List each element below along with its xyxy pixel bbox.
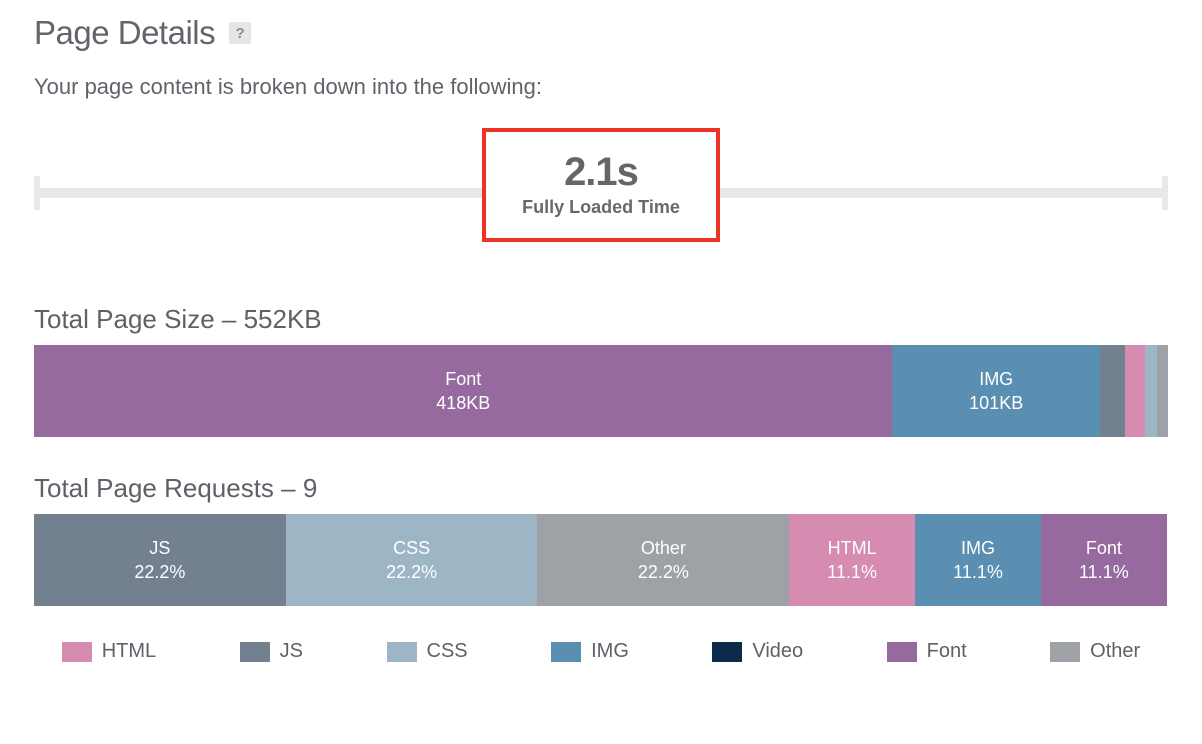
legend-label: Video	[752, 640, 803, 663]
legend-label: JS	[280, 640, 303, 663]
fully-loaded-time: 2.1s	[492, 150, 710, 195]
segment-label: JS	[149, 536, 170, 560]
legend-item-css[interactable]: CSS	[387, 640, 468, 663]
timeline-cap-right	[1162, 176, 1168, 210]
segment-value: 11.1%	[827, 560, 877, 584]
segment-html[interactable]: HTML11.1%	[789, 514, 915, 606]
segment-label: IMG	[961, 536, 995, 560]
size-section-title: Total Page Size – 552KB	[34, 304, 1168, 335]
page-requests-bar: JS22.2%CSS22.2%Other22.2%HTML11.1%IMG11.…	[34, 514, 1168, 606]
legend-swatch	[240, 642, 270, 662]
legend-swatch	[62, 642, 92, 662]
page-heading-row: Page Details ?	[34, 14, 1168, 52]
segment-value: 11.1%	[1079, 560, 1129, 584]
legend-item-font[interactable]: Font	[887, 640, 967, 663]
segment-css[interactable]	[1145, 345, 1156, 437]
segment-label: Other	[641, 536, 686, 560]
fully-loaded-box: 2.1s Fully Loaded Time	[482, 128, 720, 242]
legend: HTML JS CSS IMG Video Font Other	[34, 640, 1168, 663]
segment-js[interactable]	[1100, 345, 1125, 437]
load-timeline: 2.1s Fully Loaded Time	[34, 138, 1168, 268]
segment-value: 418KB	[436, 391, 490, 415]
help-icon[interactable]: ?	[229, 22, 251, 44]
segment-other[interactable]	[1157, 345, 1168, 437]
legend-label: Font	[927, 640, 967, 663]
legend-item-img[interactable]: IMG	[551, 640, 629, 663]
segment-label: Font	[445, 367, 481, 391]
legend-item-html[interactable]: HTML	[62, 640, 156, 663]
legend-swatch	[712, 642, 742, 662]
segment-html[interactable]	[1125, 345, 1145, 437]
legend-swatch	[387, 642, 417, 662]
segment-font[interactable]: Font418KB	[34, 345, 892, 437]
segment-value: 11.1%	[953, 560, 1003, 584]
legend-label: HTML	[102, 640, 156, 663]
legend-item-other[interactable]: Other	[1050, 640, 1140, 663]
segment-font[interactable]: Font11.1%	[1041, 514, 1167, 606]
requests-section-title: Total Page Requests – 9	[34, 473, 1168, 504]
page-size-bar: Font418KBIMG101KB	[34, 345, 1168, 437]
segment-label: Font	[1086, 536, 1122, 560]
segment-js[interactable]: JS22.2%	[34, 514, 286, 606]
segment-css[interactable]: CSS22.2%	[286, 514, 538, 606]
segment-label: HTML	[828, 536, 877, 560]
segment-label: CSS	[393, 536, 430, 560]
legend-label: IMG	[591, 640, 629, 663]
segment-value: 101KB	[969, 391, 1023, 415]
segment-img[interactable]: IMG11.1%	[915, 514, 1041, 606]
segment-other[interactable]: Other22.2%	[537, 514, 789, 606]
page-title: Page Details	[34, 14, 215, 52]
segment-img[interactable]: IMG101KB	[892, 345, 1100, 437]
segment-value: 22.2%	[134, 560, 185, 584]
segment-value: 22.2%	[386, 560, 437, 584]
segment-value: 22.2%	[638, 560, 689, 584]
legend-swatch	[887, 642, 917, 662]
legend-swatch	[551, 642, 581, 662]
legend-item-video[interactable]: Video	[712, 640, 803, 663]
fully-loaded-label: Fully Loaded Time	[492, 197, 710, 218]
legend-label: Other	[1090, 640, 1140, 663]
page-subheading: Your page content is broken down into th…	[34, 74, 1168, 100]
segment-label: IMG	[979, 367, 1013, 391]
legend-label: CSS	[427, 640, 468, 663]
legend-swatch	[1050, 642, 1080, 662]
legend-item-js[interactable]: JS	[240, 640, 303, 663]
